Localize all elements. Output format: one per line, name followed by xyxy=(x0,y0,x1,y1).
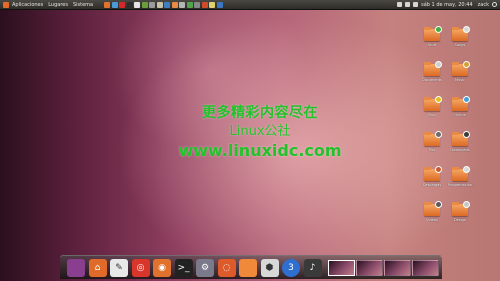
folder-icon xyxy=(452,26,470,41)
folder-emblem-icon xyxy=(435,26,442,33)
terminal-icon[interactable] xyxy=(126,1,133,8)
desktop-folder[interactable]: Videos xyxy=(419,201,445,222)
firefox-icon[interactable] xyxy=(104,1,111,8)
music-player-icon[interactable]: ♪ xyxy=(303,258,322,277)
update-icon[interactable] xyxy=(201,1,208,8)
dock: ⌂ ✎ ◎ ◉ >_ ⚙ ◌ ⬢ 3 ♪ xyxy=(60,255,442,279)
folder-icon xyxy=(452,201,470,216)
folder-emblem-icon xyxy=(463,96,470,103)
ubuntu-icon[interactable]: ◌ xyxy=(217,258,236,277)
folder-emblem-icon xyxy=(435,96,442,103)
firefox-icon[interactable]: ◉ xyxy=(153,258,171,277)
desktop-folder[interactable]: Songs xyxy=(447,26,473,47)
folder-emblem-icon xyxy=(463,26,470,33)
top-panel: Aplicaciones Lugares Sistema sáb 1 de ma… xyxy=(0,0,500,10)
power-icon[interactable] xyxy=(492,2,497,7)
folder-emblem-icon xyxy=(463,131,470,138)
folder-icon xyxy=(424,166,442,181)
network-status-icon[interactable] xyxy=(397,2,403,7)
workspace-thumbnail[interactable] xyxy=(356,259,383,276)
network-icon[interactable] xyxy=(179,1,186,8)
applications-menu-logo-icon[interactable] xyxy=(3,1,9,8)
mail-indicator-icon[interactable] xyxy=(413,2,419,7)
folder-icon xyxy=(424,26,442,41)
desktop-folder[interactable]: Documents xyxy=(419,61,445,82)
folder-icon xyxy=(424,61,442,76)
folder-emblem-icon xyxy=(463,201,470,208)
folder-emblem-icon xyxy=(435,166,442,173)
terminal-icon[interactable]: >_ xyxy=(174,258,193,277)
places-menu[interactable]: Lugares xyxy=(48,2,68,8)
desktop-folder[interactable]: Programación xyxy=(447,166,473,187)
folder-emblem-icon xyxy=(463,166,470,173)
desktop-folder[interactable]: Design xyxy=(447,201,473,222)
desktop-folder-label: Descargas xyxy=(422,183,442,187)
files-icon[interactable] xyxy=(239,258,257,277)
text-editor-icon[interactable] xyxy=(134,1,141,8)
panel-status-area: sáb 1 de may, 20:44 zack xyxy=(397,2,500,8)
desktop-folder[interactable]: Downloads xyxy=(447,131,473,152)
desktop-folder-label: Stuff xyxy=(427,43,437,47)
applications-menu[interactable]: Aplicaciones xyxy=(12,2,43,8)
folder-emblem-icon xyxy=(435,131,442,138)
clock[interactable]: sáb 1 de may, 20:44 xyxy=(421,2,473,8)
folder-emblem-icon xyxy=(435,201,442,208)
workspace-thumbnail[interactable] xyxy=(328,259,355,276)
panel-launchers xyxy=(104,1,224,8)
help-icon[interactable] xyxy=(216,1,223,8)
settings-icon[interactable]: ⚙ xyxy=(196,258,214,277)
folder-icon xyxy=(452,131,470,146)
folder-icon xyxy=(424,131,442,146)
desktop-folder-label: Design xyxy=(453,218,467,222)
folder-icon xyxy=(452,96,470,111)
system-menu[interactable]: Sistema xyxy=(73,2,93,8)
desktop-folder[interactable]: Stuff xyxy=(419,26,445,47)
desktop-folder[interactable]: Pics xyxy=(419,131,445,152)
folder-icon xyxy=(452,61,470,76)
photo-viewer-icon[interactable] xyxy=(141,1,148,8)
desktop-folder-label: Music xyxy=(455,78,465,82)
desktop-folder-label: Pool xyxy=(428,113,436,117)
user-menu[interactable]: zack xyxy=(478,2,489,8)
opera-icon[interactable] xyxy=(119,1,126,8)
home-folder-icon[interactable] xyxy=(171,1,178,8)
workspace-thumbnail[interactable] xyxy=(412,259,439,276)
chat-icon[interactable] xyxy=(186,1,193,8)
desktop-folder-label: Online xyxy=(454,113,466,117)
settings-icon[interactable] xyxy=(149,1,156,8)
audio-icon[interactable] xyxy=(194,1,201,8)
desktop-folder-label: Songs xyxy=(454,43,466,47)
desktop-folder[interactable]: Descargas xyxy=(419,166,445,187)
desktop-folder-label: Videos xyxy=(426,218,438,222)
media-player-icon[interactable] xyxy=(164,1,171,8)
chrome-icon[interactable]: ◎ xyxy=(131,258,150,277)
workspace-thumbnail[interactable] xyxy=(384,259,411,276)
desktop-folder[interactable]: Pool xyxy=(419,96,445,117)
chrome-icon[interactable] xyxy=(111,1,118,8)
text-editor-icon[interactable]: ✎ xyxy=(110,258,128,277)
watermark-url: www.linuxidc.com xyxy=(178,141,342,160)
watermark: 更多精彩内容尽在 Linux公社 www.linuxidc.com xyxy=(160,104,360,161)
mail-icon[interactable] xyxy=(156,1,163,8)
folder-emblem-icon xyxy=(435,61,442,68)
desktop-folder-label: Documents xyxy=(422,78,442,82)
folder-icon xyxy=(424,96,442,111)
desktop-folder[interactable]: Music xyxy=(447,61,473,82)
workspace-switcher[interactable] xyxy=(328,259,440,276)
desktop-folder[interactable]: Online xyxy=(447,96,473,117)
show-desktop-icon[interactable] xyxy=(67,258,85,277)
folder-icon xyxy=(424,201,442,216)
notes-icon[interactable] xyxy=(209,1,216,8)
software-center-icon[interactable]: ⬢ xyxy=(260,258,279,277)
desktop-folder-label: Programación xyxy=(447,183,473,187)
watermark-line-2: Linux公社 xyxy=(229,124,291,139)
folder-emblem-icon xyxy=(463,61,470,68)
watermark-line-1: 更多精彩内容尽在 xyxy=(202,105,318,121)
workspace-badge-icon[interactable]: 3 xyxy=(282,258,300,277)
volume-icon[interactable] xyxy=(405,2,411,7)
desktop-folder-label: Downloads xyxy=(450,148,470,152)
desktop-folder-label: Pics xyxy=(428,148,436,152)
folder-icon xyxy=(452,166,470,181)
home-icon[interactable]: ⌂ xyxy=(88,258,107,277)
